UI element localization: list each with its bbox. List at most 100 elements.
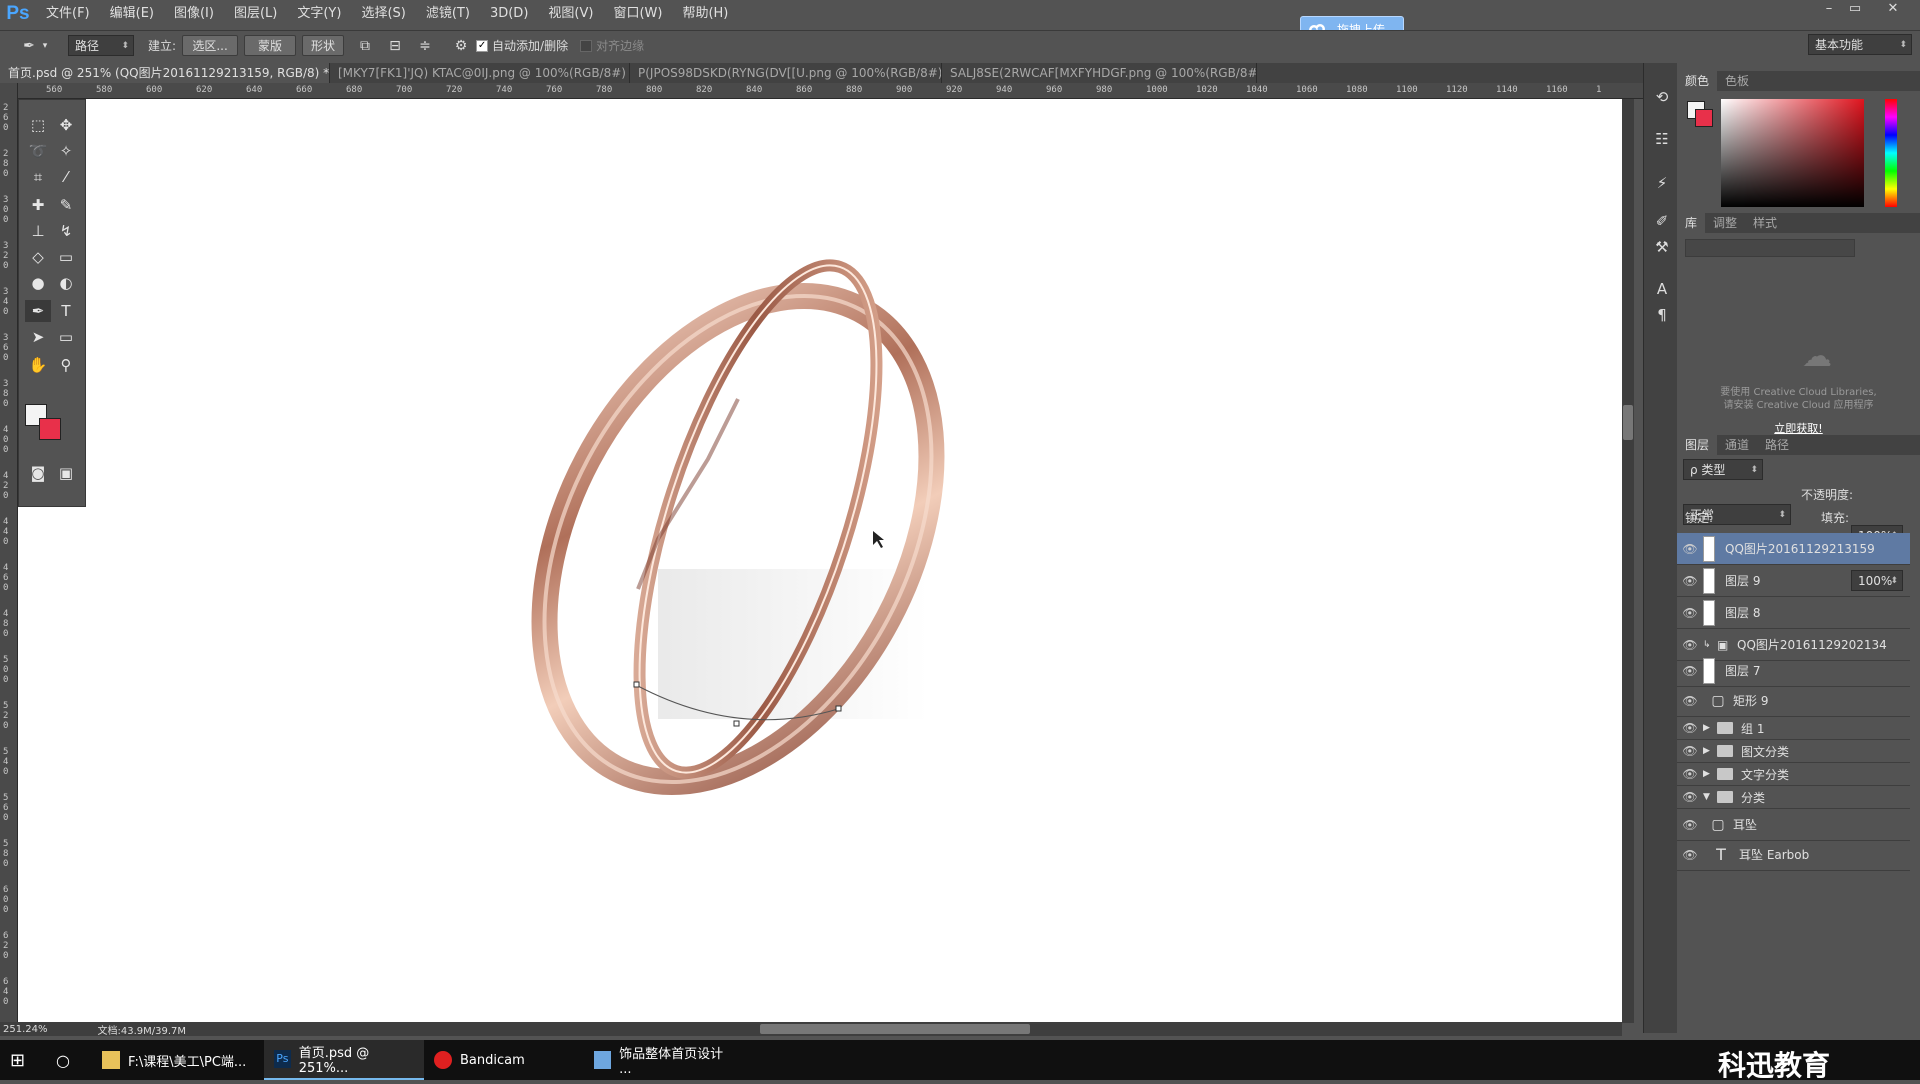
layer-row[interactable]: 👁 ▢ 矩形 9 (1677, 685, 1910, 717)
eye-icon[interactable]: 👁 (1677, 664, 1703, 678)
tab-libraries[interactable]: 库 (1677, 213, 1706, 233)
align-edges-checkbox[interactable] (580, 39, 593, 52)
windows-start-icon[interactable]: ⊞ (0, 1040, 46, 1080)
tab-styles[interactable]: 样式 (1745, 213, 1785, 233)
make-shape-button[interactable]: 形状 (302, 35, 345, 56)
paragraph-icon[interactable]: ¶ (1652, 305, 1672, 325)
layer-row[interactable]: 👁 ▶ 组 1 (1677, 717, 1910, 740)
menu-item[interactable]: 3D(D) (480, 0, 538, 27)
actions-icon[interactable]: ⚡ (1652, 173, 1672, 193)
history-icon[interactable]: ⟲ (1652, 87, 1672, 107)
layer-row[interactable]: 👁 QQ图片20161129213159 (1677, 533, 1910, 565)
tab-channels[interactable]: 通道 (1717, 435, 1757, 455)
horizontal-scroll-thumb[interactable] (760, 1024, 1030, 1034)
chevron-down-icon[interactable]: ▾ (40, 37, 50, 55)
tab-adjustments[interactable]: 调整 (1705, 213, 1745, 233)
clone-stamp-icon[interactable]: ⊥ (25, 220, 51, 242)
eye-icon[interactable]: 👁 (1677, 818, 1703, 832)
background-color-swatch[interactable] (39, 418, 61, 440)
menu-item[interactable]: 文件(F) (36, 0, 100, 27)
tab-pjpos[interactable]: P(JPOS98DSKD(RYNG(DV[[U.png @ 100%(RGB/8… (630, 63, 942, 83)
library-select[interactable] (1685, 239, 1855, 257)
layer-row[interactable]: 👁 图层 7 (1677, 655, 1910, 687)
path-operations-icon[interactable]: ⧉ (356, 37, 374, 55)
path-select-icon[interactable]: ➤ (25, 326, 51, 348)
get-creative-cloud-link[interactable]: 立即获取! (1677, 420, 1920, 436)
layer-row[interactable]: 👁 T 耳坠 Earbob (1677, 839, 1910, 871)
tab-paths[interactable]: 路径 (1757, 435, 1797, 455)
tab-color[interactable]: 颜色 (1677, 71, 1718, 91)
move-tool-icon[interactable]: ✥ (53, 114, 79, 136)
pen-icon[interactable]: ✒ (20, 37, 38, 55)
search-icon[interactable]: ○ (46, 1040, 92, 1080)
dodge-tool-icon[interactable]: ◐ (53, 272, 79, 294)
eraser-icon[interactable]: ◇ (25, 246, 51, 268)
minimize-button[interactable]: – (1816, 0, 1842, 18)
taskbar-item[interactable]: Bandicam (424, 1040, 584, 1080)
color-bg-swatch[interactable] (1695, 109, 1713, 127)
gradient-tool-icon[interactable]: ▭ (53, 246, 79, 268)
history-brush-icon[interactable]: ↯ (53, 220, 79, 242)
brush-tool-icon[interactable]: ✎ (53, 194, 79, 216)
tab-home-psd[interactable]: 首页.psd @ 251% (QQ图片20161129213159, RGB/8… (0, 63, 330, 83)
eye-icon[interactable]: 👁 (1677, 767, 1703, 781)
rectangle-tool-icon[interactable]: ▭ (53, 326, 79, 348)
menu-item[interactable]: 视图(V) (538, 0, 603, 27)
layer-row[interactable]: 👁 图层 9 (1677, 565, 1910, 597)
menu-item[interactable]: 图层(L) (224, 0, 287, 27)
tool-presets-icon[interactable]: ⚒ (1652, 237, 1672, 257)
healing-brush-icon[interactable]: ✚ (25, 194, 51, 216)
eye-icon[interactable]: 👁 (1677, 744, 1703, 758)
tab-layers[interactable]: 图层 (1677, 435, 1718, 455)
hue-slider[interactable] (1885, 99, 1897, 207)
eye-icon[interactable]: 👁 (1677, 574, 1703, 588)
vertical-scrollbar[interactable] (1622, 99, 1634, 1023)
menu-item[interactable]: 窗口(W) (603, 0, 672, 27)
eye-icon[interactable]: 👁 (1677, 638, 1703, 652)
tab-saljse[interactable]: SALJ8SE(2RWCAF[MXFYHDGF.png @ 100%(RGB/8… (942, 63, 1257, 83)
close-button[interactable]: ✕ (1880, 0, 1906, 18)
layer-row[interactable]: 👁 ▶ 图文分类 (1677, 740, 1910, 763)
taskbar-item[interactable]: Ps 首页.psd @ 251%... (264, 1040, 424, 1080)
tab-mky7[interactable]: [MKY7[FK1]'JQ) KTAC@0IJ.png @ 100%(RGB/8… (330, 63, 630, 83)
path-arrangement-icon[interactable]: ≑ (416, 37, 434, 55)
zoom-tool-icon[interactable]: ⚲ (53, 354, 79, 376)
hand-tool-icon[interactable]: ✋ (25, 354, 51, 376)
menu-item[interactable]: 帮助(H) (672, 0, 738, 27)
menu-item[interactable]: 编辑(E) (100, 0, 164, 27)
eye-icon[interactable]: 👁 (1677, 606, 1703, 620)
brush-presets-icon[interactable]: ✐ (1652, 211, 1672, 231)
taskbar-item[interactable]: 饰品整体首页设计 ... (584, 1040, 744, 1080)
auto-add-delete-checkbox[interactable]: ✓ (476, 39, 489, 52)
eye-icon[interactable]: 👁 (1677, 694, 1703, 708)
eye-icon[interactable]: 👁 (1677, 790, 1703, 804)
vertical-scroll-thumb[interactable] (1623, 405, 1633, 440)
gear-icon[interactable]: ⚙ (452, 37, 470, 55)
crop-tool-icon[interactable]: ⌗ (25, 166, 51, 188)
path-alignment-icon[interactable]: ⊟ (386, 37, 404, 55)
eye-icon[interactable]: 👁 (1677, 542, 1703, 556)
menu-item[interactable]: 文字(Y) (287, 0, 351, 27)
menu-item[interactable]: 滤镜(T) (416, 0, 480, 27)
taskbar-item[interactable]: F:\课程\美工\PC端... (92, 1040, 264, 1080)
disclosure-icon[interactable]: ▼ (1703, 792, 1717, 802)
zoom-level[interactable]: 251.24% (3, 1024, 48, 1035)
type-tool-icon[interactable]: T (53, 300, 79, 322)
magic-wand-icon[interactable]: ✧ (53, 140, 79, 162)
make-mask-button[interactable]: 蒙版 (244, 35, 297, 56)
workspace-select[interactable]: 基本功能 (1808, 34, 1912, 55)
quick-mask-icon[interactable]: ◙ (25, 462, 51, 484)
eyedropper-icon[interactable]: ⁄ (53, 166, 79, 188)
properties-icon[interactable]: ☷ (1652, 129, 1672, 149)
disclosure-icon[interactable]: ▶ (1703, 723, 1717, 733)
layer-row[interactable]: 👁 ▼ 分类 (1677, 786, 1910, 809)
menu-item[interactable]: 图像(I) (164, 0, 224, 27)
lasso-tool-icon[interactable]: ➰ (25, 140, 51, 162)
menu-item[interactable]: 选择(S) (351, 0, 415, 27)
layer-row[interactable]: 👁 图层 8 (1677, 597, 1910, 629)
layer-row[interactable]: 👁 ▢ 耳坠 (1677, 809, 1910, 841)
layer-row[interactable]: 👁 ▶ 文字分类 (1677, 763, 1910, 786)
screen-mode-icon[interactable]: ▣ (53, 462, 79, 484)
mode-select[interactable]: 路径 (68, 35, 134, 56)
disclosure-icon[interactable]: ▶ (1703, 746, 1717, 756)
